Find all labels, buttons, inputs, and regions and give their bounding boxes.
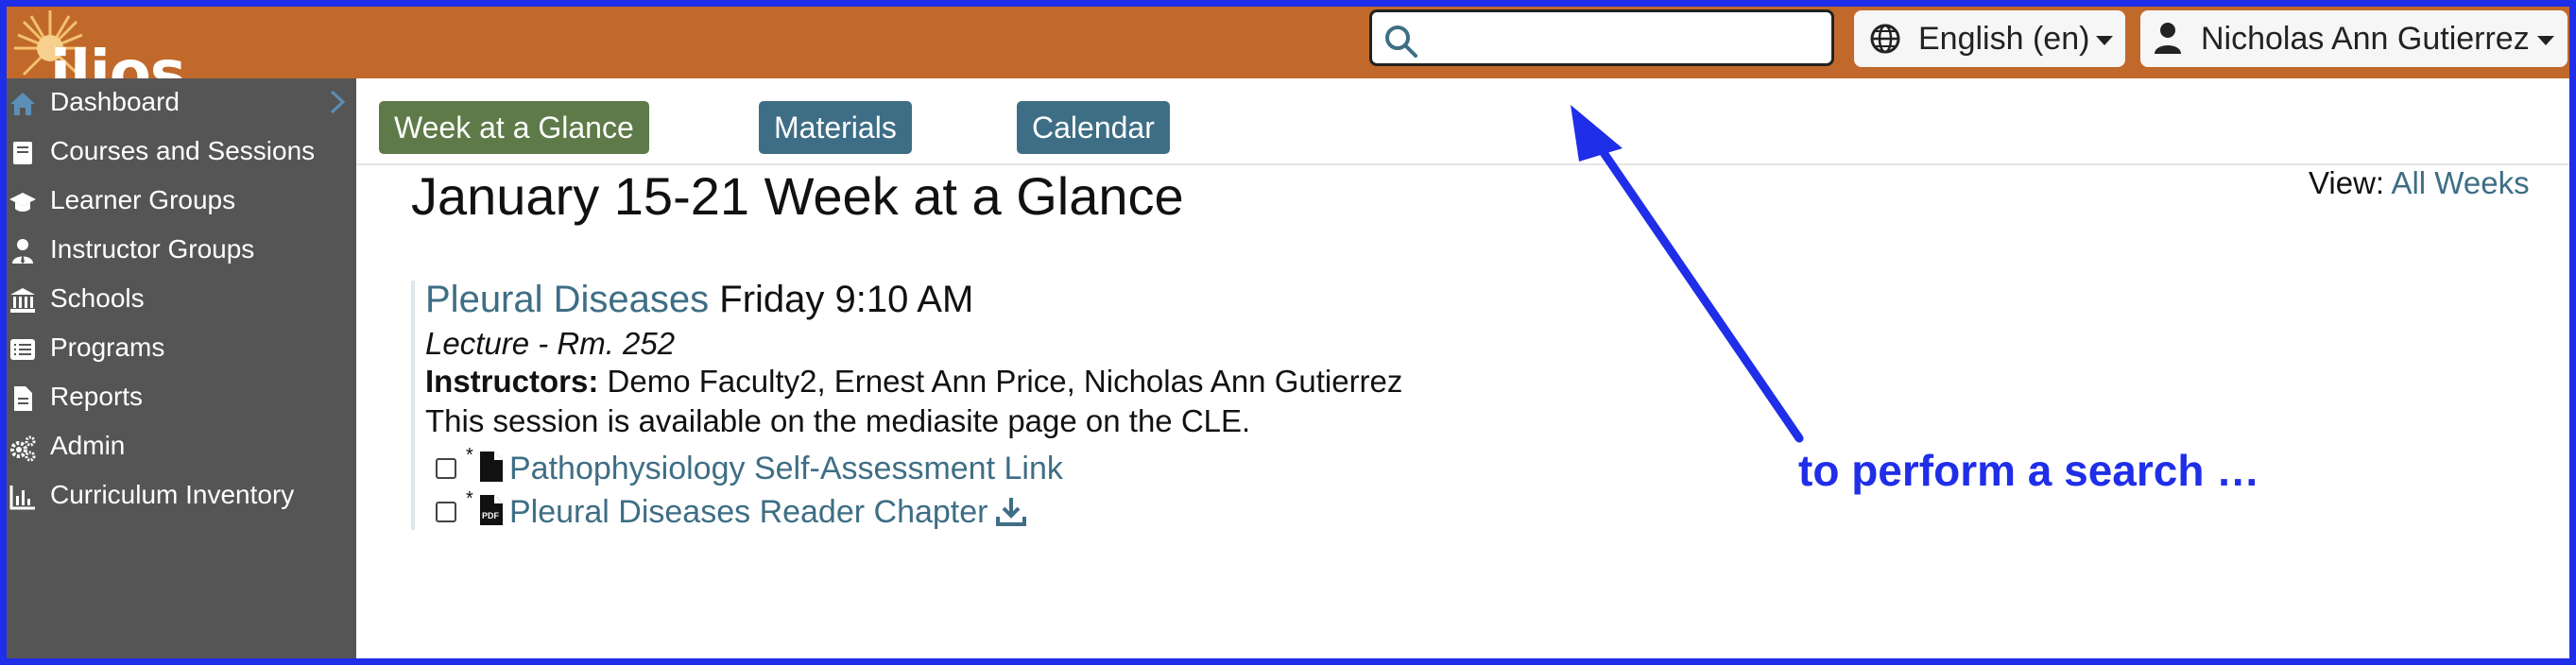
screenshot-frame: ilios English (en) Nicholas Ann Gutierre… (0, 0, 2576, 665)
annotation-arrow (1571, 105, 1804, 443)
annotation-text: to perform a search … (1798, 446, 2260, 495)
